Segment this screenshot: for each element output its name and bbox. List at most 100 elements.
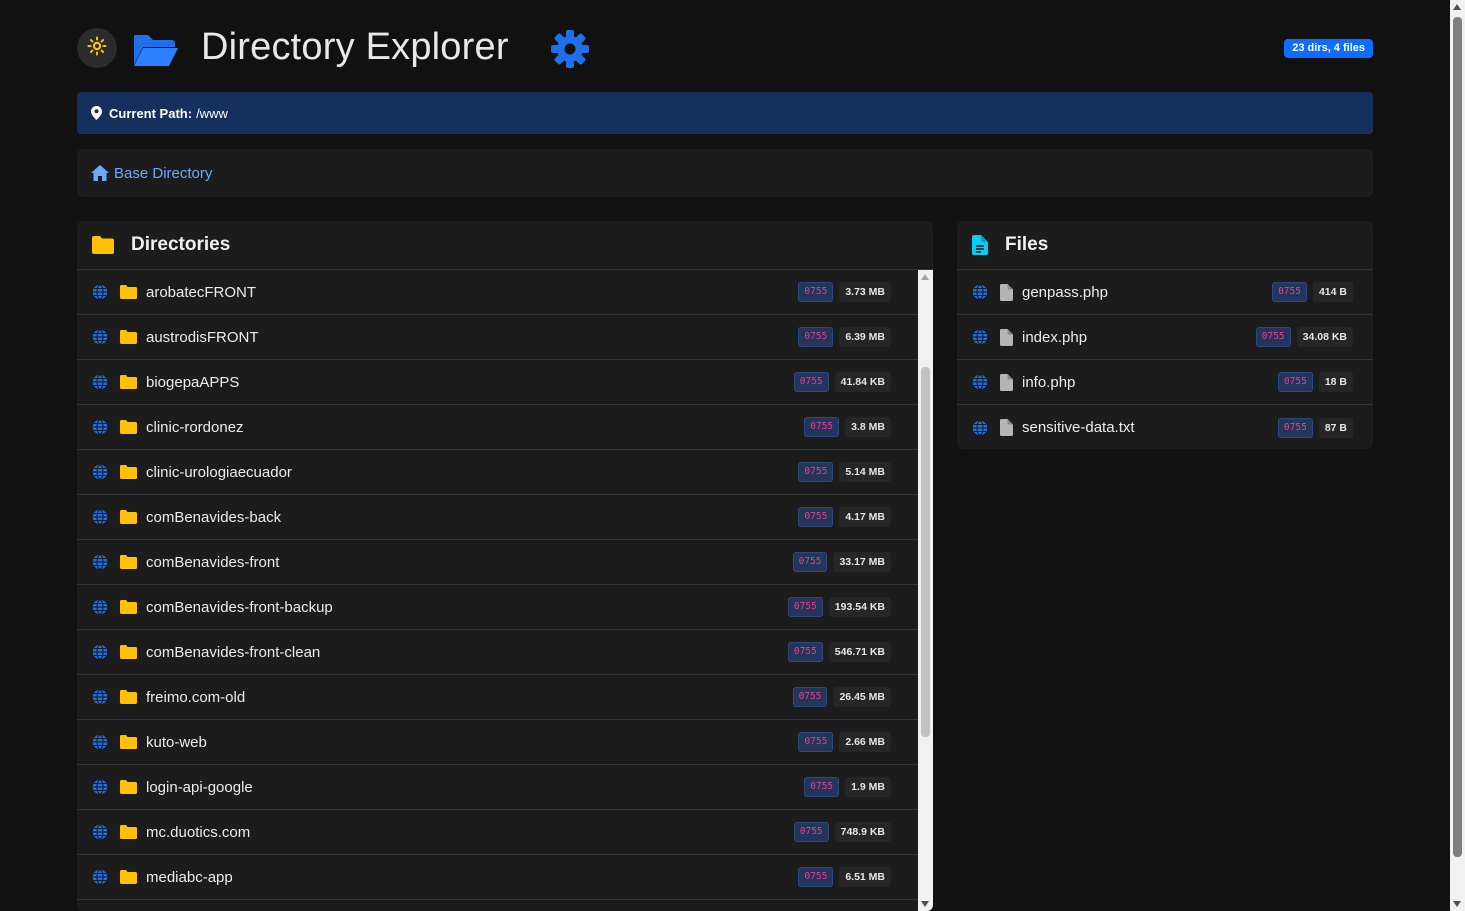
files-title: Files bbox=[1005, 234, 1049, 255]
directory-name[interactable]: clinic-rordonez bbox=[146, 419, 804, 436]
permission-badge: 0755 bbox=[792, 552, 828, 572]
file-row[interactable]: sensitive-data.txt 0755 87 B bbox=[957, 405, 1373, 449]
count-badge: 23 dirs, 4 files bbox=[1284, 39, 1373, 58]
globe-icon[interactable] bbox=[92, 509, 108, 525]
permission-badge: 0755 bbox=[798, 867, 834, 887]
globe-icon[interactable] bbox=[92, 329, 108, 345]
directory-name[interactable]: freimo.com-old bbox=[146, 689, 793, 706]
globe-icon[interactable] bbox=[972, 284, 988, 300]
directory-name[interactable]: comBenavides-front bbox=[146, 554, 793, 571]
globe-icon[interactable] bbox=[972, 374, 988, 390]
directory-name[interactable]: austrodisFRONT bbox=[146, 329, 798, 346]
window-scroll-down-icon[interactable] bbox=[1453, 901, 1461, 907]
directory-row[interactable]: biogepaAPPS 0755 41.84 KB bbox=[77, 360, 918, 405]
directory-name[interactable]: login-api-google bbox=[146, 779, 804, 796]
globe-icon[interactable] bbox=[92, 554, 108, 570]
scroll-down-arrow-icon[interactable] bbox=[921, 901, 929, 907]
folder-icon bbox=[120, 510, 137, 524]
directory-name[interactable]: kuto-web bbox=[146, 734, 798, 751]
scrollbar-thumb[interactable] bbox=[921, 367, 930, 737]
globe-icon[interactable] bbox=[972, 329, 988, 345]
directories-scrollbar[interactable] bbox=[918, 270, 933, 911]
directory-row[interactable]: comBenavides-front-backup 0755 193.54 KB bbox=[77, 585, 918, 630]
directory-row[interactable]: clinic-rordonez 0755 3.8 MB bbox=[77, 405, 918, 450]
file-text-icon bbox=[972, 235, 988, 255]
sun-icon bbox=[87, 36, 107, 61]
globe-icon[interactable] bbox=[92, 689, 108, 705]
size-badge: 3.73 MB bbox=[839, 282, 891, 302]
size-badge: 26.45 MB bbox=[833, 687, 891, 707]
globe-icon[interactable] bbox=[92, 734, 108, 750]
permission-badge: 0755 bbox=[798, 462, 834, 482]
globe-icon[interactable] bbox=[92, 779, 108, 795]
file-name[interactable]: info.php bbox=[1022, 374, 1278, 391]
size-badge: 748.9 KB bbox=[834, 822, 891, 842]
size-badge: 414 B bbox=[1312, 282, 1353, 302]
directory-name[interactable]: biogepaAPPS bbox=[146, 374, 794, 391]
globe-icon[interactable] bbox=[92, 599, 108, 615]
size-badge: 4.17 MB bbox=[839, 507, 891, 527]
globe-icon[interactable] bbox=[92, 419, 108, 435]
permission-badge: 0755 bbox=[792, 687, 828, 707]
globe-icon[interactable] bbox=[92, 464, 108, 480]
globe-icon[interactable] bbox=[92, 644, 108, 660]
folder-icon bbox=[120, 285, 137, 299]
directory-row[interactable]: clinic-urologiaecuador 0755 5.14 MB bbox=[77, 450, 918, 495]
files-list: genpass.php 0755 414 Bindex.php 0755 34.08 K… bbox=[957, 270, 1373, 449]
globe-icon[interactable] bbox=[92, 824, 108, 840]
directory-row[interactable]: freimo.com-old 0755 26.45 MB bbox=[77, 675, 918, 720]
window-scrollbar-thumb[interactable] bbox=[1453, 17, 1462, 857]
globe-icon[interactable] bbox=[92, 869, 108, 885]
window-scrollbar[interactable] bbox=[1450, 0, 1465, 911]
globe-icon[interactable] bbox=[92, 374, 108, 390]
globe-icon[interactable] bbox=[972, 419, 988, 436]
breadcrumb-home-link[interactable]: Base Directory bbox=[114, 165, 212, 182]
permission-badge: 0755 bbox=[787, 642, 823, 662]
file-name[interactable]: index.php bbox=[1022, 329, 1256, 346]
directory-row[interactable]: comBenavides-front 0755 33.17 MB bbox=[77, 540, 918, 585]
directory-row[interactable]: login-api-google 0755 1.9 MB bbox=[77, 765, 918, 810]
directory-name[interactable]: arobatecFRONT bbox=[146, 284, 798, 301]
directory-row[interactable]: arobatecFRONT 0755 3.73 MB bbox=[77, 270, 918, 315]
file-row[interactable]: index.php 0755 34.08 KB bbox=[957, 315, 1373, 360]
directory-row[interactable]: mc.duotics.com 0755 748.9 KB bbox=[77, 810, 918, 855]
permission-badge: 0755 bbox=[1272, 282, 1307, 302]
directory-name[interactable]: mc.duotics.com bbox=[146, 824, 794, 841]
directory-name[interactable]: comBenavides-front-backup bbox=[146, 599, 788, 616]
directory-row[interactable]: comBenavides-front-clean 0755 546.71 KB bbox=[77, 630, 918, 675]
directory-name[interactable]: comBenavides-front-clean bbox=[146, 644, 788, 661]
directories-list: arobatecFRONT 0755 3.73 MB austrodisFRONT 07… bbox=[77, 270, 918, 911]
file-name[interactable]: genpass.php bbox=[1022, 284, 1272, 301]
file-name[interactable]: sensitive-data.txt bbox=[1022, 419, 1278, 436]
window-scroll-up-icon[interactable] bbox=[1453, 4, 1461, 10]
size-badge: 18 B bbox=[1318, 372, 1353, 392]
directory-row[interactable]: austrodisFRONT 0755 6.39 MB bbox=[77, 315, 918, 360]
directories-header: Directories bbox=[77, 221, 933, 270]
permission-badge: 0755 bbox=[804, 417, 840, 437]
current-path-label: Current Path: bbox=[109, 105, 193, 121]
directories-card: Directories arobatecFRONT 0755 3.73 MB aust… bbox=[77, 221, 933, 911]
file-icon bbox=[1000, 283, 1013, 301]
scroll-up-arrow-icon[interactable] bbox=[921, 274, 929, 280]
directory-name[interactable]: mediabc-app bbox=[146, 869, 798, 886]
globe-icon[interactable] bbox=[92, 284, 108, 300]
current-path-value: /www bbox=[196, 105, 228, 121]
size-badge: 33.17 MB bbox=[833, 552, 891, 572]
file-row[interactable]: info.php 0755 18 B bbox=[957, 360, 1373, 405]
directory-name[interactable]: comBenavides-back bbox=[146, 509, 798, 526]
folder-icon bbox=[92, 236, 114, 254]
directory-name[interactable]: clinic-urologiaecuador bbox=[146, 464, 798, 481]
header: Directory Explorer 23 dirs, 4 files bbox=[77, 0, 1373, 92]
folder-open-icon bbox=[131, 31, 179, 72]
directory-row[interactable]: kuto-web 0755 2.66 MB bbox=[77, 720, 918, 765]
directory-row[interactable]: mediabc-app 0755 6.51 MB bbox=[77, 855, 918, 900]
theme-toggle-button[interactable] bbox=[77, 28, 117, 68]
breadcrumb[interactable]: Base Directory bbox=[77, 149, 1373, 197]
directory-row[interactable]: comBenavides-back 0755 4.17 MB bbox=[77, 495, 918, 540]
folder-icon bbox=[120, 690, 137, 704]
size-badge: 3.8 MB bbox=[845, 417, 891, 437]
folder-icon bbox=[120, 330, 137, 344]
file-row[interactable]: genpass.php 0755 414 B bbox=[957, 270, 1373, 315]
gear-icon[interactable] bbox=[550, 29, 590, 74]
size-badge: 34.08 KB bbox=[1296, 327, 1353, 347]
